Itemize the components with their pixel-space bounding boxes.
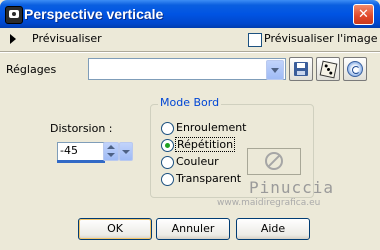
dialog-window: Perspective verticale ✕ Prévisualiser Pr… xyxy=(0,0,380,250)
ok-button[interactable]: OK xyxy=(78,218,152,240)
preview-image-label[interactable]: Prévisualiser l'image xyxy=(264,32,377,45)
distortion-dropdown-button[interactable] xyxy=(119,142,133,161)
distortion-spin-button[interactable] xyxy=(103,142,119,161)
watermark-name: Pinuccia xyxy=(249,178,335,197)
edge-mode-title: Mode Bord xyxy=(158,96,222,109)
radio-wrap-label[interactable]: Enroulement xyxy=(176,121,247,134)
color-swatch[interactable] xyxy=(247,148,301,175)
radio-color[interactable] xyxy=(161,156,174,169)
expand-arrow-icon[interactable] xyxy=(10,34,16,44)
save-preset-button[interactable] xyxy=(289,57,313,81)
radio-repeat[interactable] xyxy=(161,139,174,152)
radio-wrap[interactable] xyxy=(161,122,174,135)
reset-icon xyxy=(347,61,363,77)
radio-transparent[interactable] xyxy=(161,173,174,186)
watermark-url: www.maidiregrafica.eu xyxy=(217,198,321,208)
preview-image-checkbox[interactable] xyxy=(248,33,262,47)
radio-color-label[interactable]: Couleur xyxy=(176,155,219,168)
help-button[interactable]: Aide xyxy=(236,218,310,240)
distortion-slider-bar[interactable] xyxy=(57,160,105,163)
radio-repeat-label[interactable]: Répétition xyxy=(174,137,236,152)
floppy-disk-icon xyxy=(294,62,308,76)
no-color-icon xyxy=(265,152,283,170)
radio-transparent-label[interactable]: Transparent xyxy=(176,172,241,185)
window-title: Perspective verticale xyxy=(24,6,164,22)
cancel-button[interactable]: Annuler xyxy=(156,218,230,240)
separator xyxy=(0,51,380,53)
title-bar[interactable]: Perspective verticale ✕ xyxy=(0,0,380,28)
preview-label[interactable]: Prévisualiser xyxy=(32,32,102,45)
presets-combobox[interactable] xyxy=(88,58,286,80)
randomize-button[interactable] xyxy=(316,57,340,81)
close-button[interactable]: ✕ xyxy=(353,4,374,25)
presets-label: Réglages xyxy=(6,63,57,76)
chevron-down-icon[interactable] xyxy=(266,60,284,80)
distortion-label: Distorsion : xyxy=(50,122,113,135)
distortion-input[interactable]: -45 xyxy=(57,142,105,161)
reset-button[interactable] xyxy=(343,57,367,81)
dice-icon xyxy=(319,60,338,79)
camera-icon xyxy=(5,6,23,24)
